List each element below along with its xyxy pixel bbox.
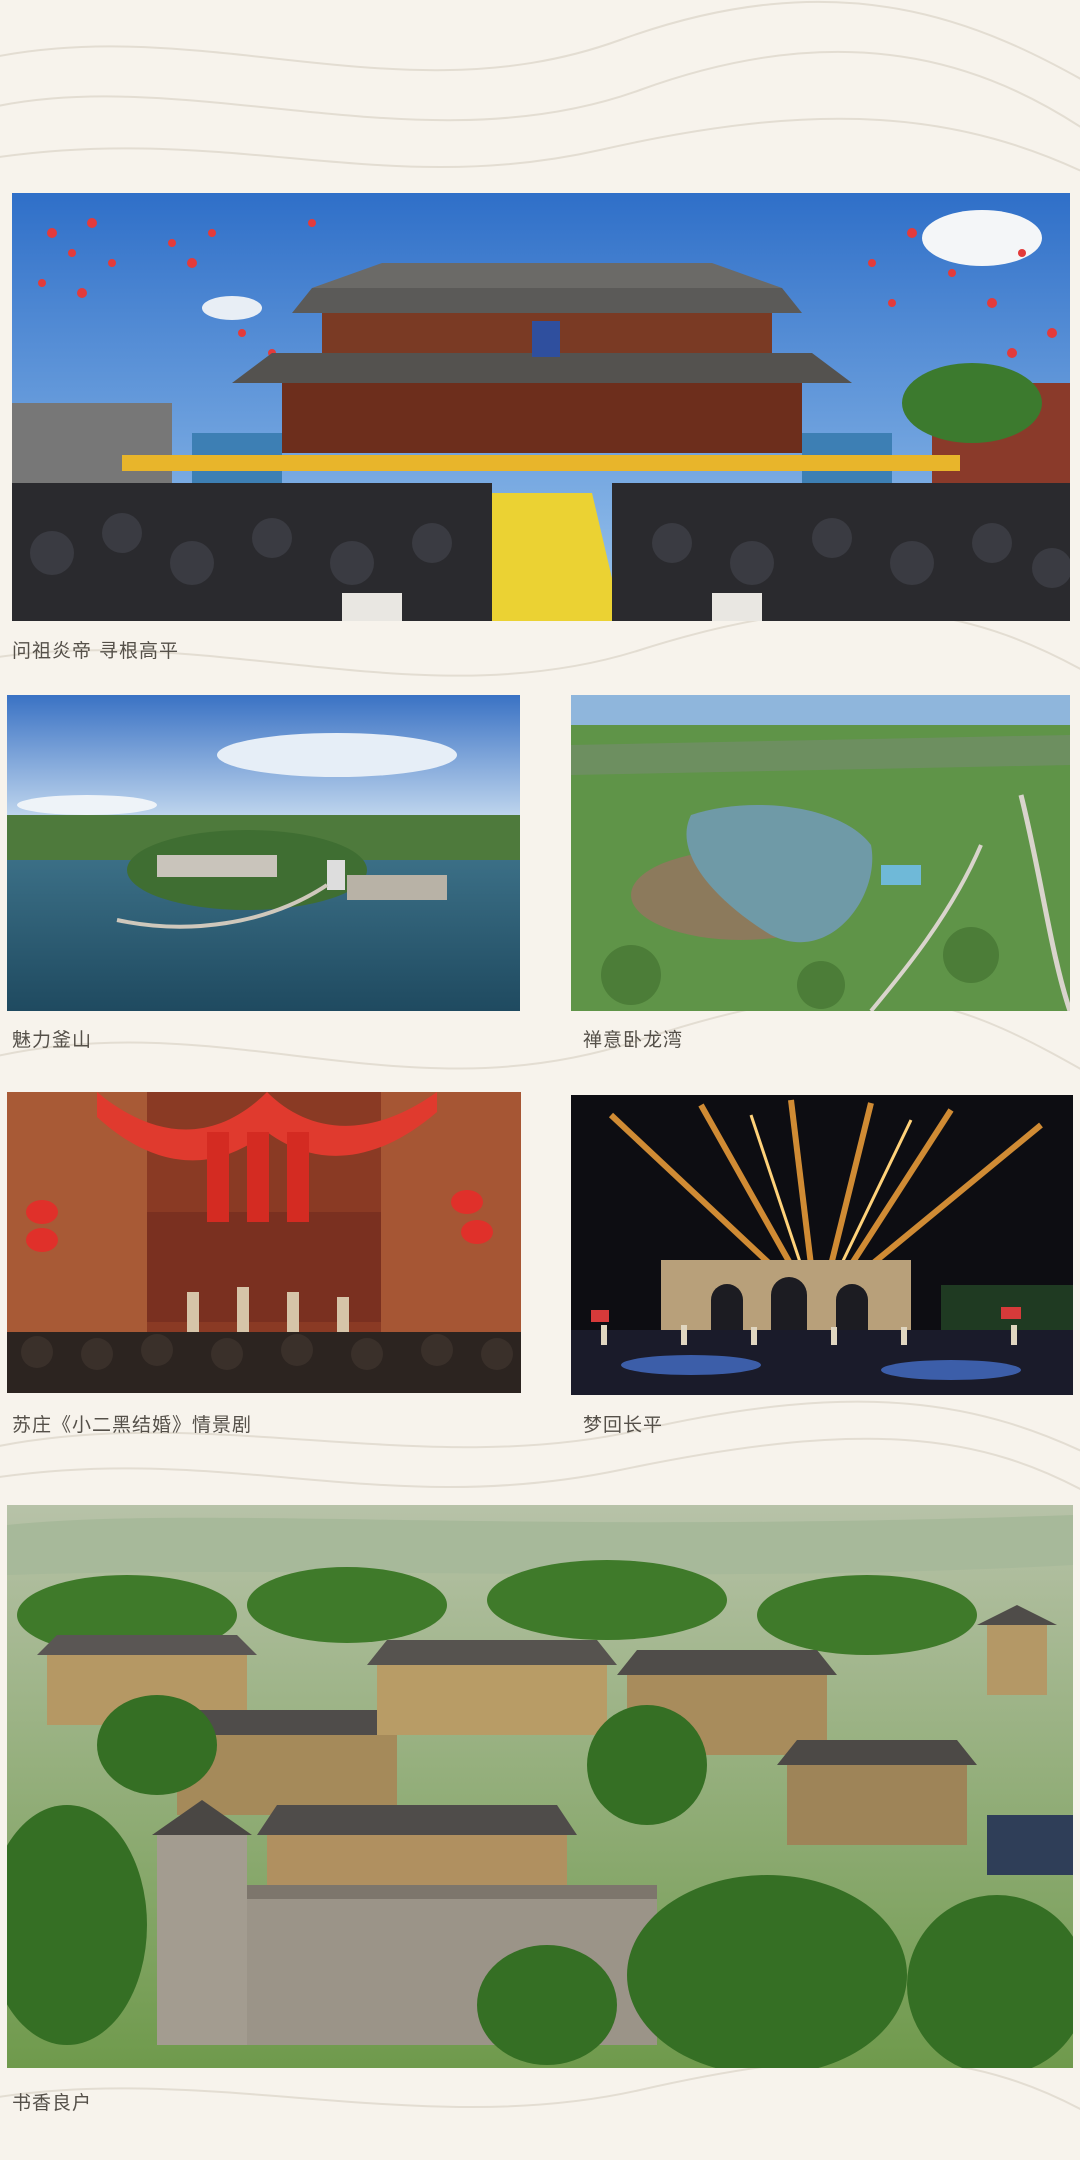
photo-courtyard-performance bbox=[7, 1092, 521, 1393]
caption-mountain-lake: 禅意卧龙湾 bbox=[583, 1029, 684, 1051]
caption-reservoir-town: 魅力釜山 bbox=[12, 1029, 93, 1051]
photo-mountain-lake bbox=[571, 695, 1070, 1011]
photo-night-gate-show bbox=[571, 1095, 1073, 1395]
caption-ancient-village: 书香良户 bbox=[12, 2092, 93, 2114]
caption-courtyard-performance: 苏庄《小二黑结婚》情景剧 bbox=[12, 1414, 253, 1436]
temple-ceremony-image bbox=[12, 193, 1070, 621]
photo-ancient-village bbox=[7, 1505, 1073, 2068]
caption-temple-ceremony: 问祖炎帝 寻根高平 bbox=[12, 640, 180, 662]
ancient-village-image bbox=[7, 1505, 1073, 2068]
photo-temple-ceremony bbox=[12, 193, 1070, 621]
courtyard-performance-image bbox=[7, 1092, 521, 1393]
reservoir-town-image bbox=[7, 695, 520, 1011]
photo-reservoir-town bbox=[7, 695, 520, 1011]
caption-night-gate-show: 梦回长平 bbox=[583, 1414, 664, 1436]
night-gate-show-image bbox=[571, 1095, 1073, 1395]
mountain-lake-image bbox=[571, 695, 1070, 1011]
